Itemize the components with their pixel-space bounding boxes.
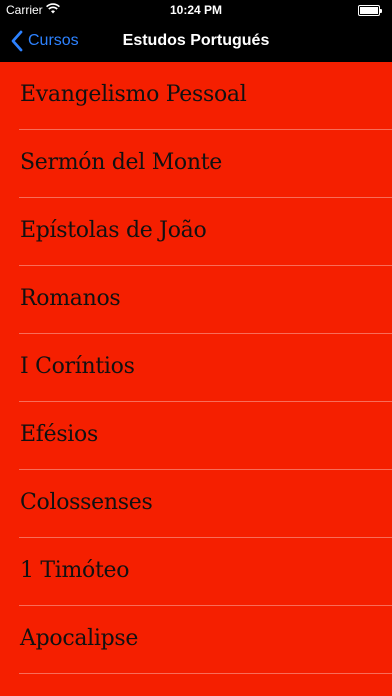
list-item[interactable]: 1 Timóteo [0, 538, 392, 606]
list-item-label: 1 Timóteo [20, 558, 130, 583]
battery-icon [358, 5, 382, 16]
list-item-label: I Coríntios [20, 354, 135, 379]
list-item[interactable]: Evangelismo Pessoal [0, 62, 392, 130]
list-item[interactable]: Efésios [0, 402, 392, 470]
list-item[interactable]: Sermón del Monte [0, 130, 392, 198]
list-item-label: Apocalipse [20, 626, 139, 651]
course-list: Evangelismo Pessoal Sermón del Monte Epí… [0, 62, 392, 674]
list-item-label: Romanos [20, 286, 121, 311]
list-item[interactable]: Romanos [0, 266, 392, 334]
list-item-label: Efésios [20, 422, 98, 447]
status-bar: Carrier 10:24 PM [0, 0, 392, 20]
navigation-bar: Cursos Estudos Portugués [0, 20, 392, 62]
page-title: Estudos Portugués [122, 32, 270, 49]
list-item-label: Sermón del Monte [20, 150, 223, 175]
list-item[interactable]: Colossenses [0, 470, 392, 538]
list-item[interactable]: I Coríntios [0, 334, 392, 402]
list-item-label: Colossenses [20, 490, 153, 515]
list-item-label: Evangelismo Pessoal [20, 82, 247, 107]
list-item-label: Epístolas de João [20, 218, 207, 243]
list-item[interactable]: Apocalipse [0, 606, 392, 674]
clock: 10:24 PM [169, 3, 223, 17]
list-item[interactable]: Epístolas de João [0, 198, 392, 266]
